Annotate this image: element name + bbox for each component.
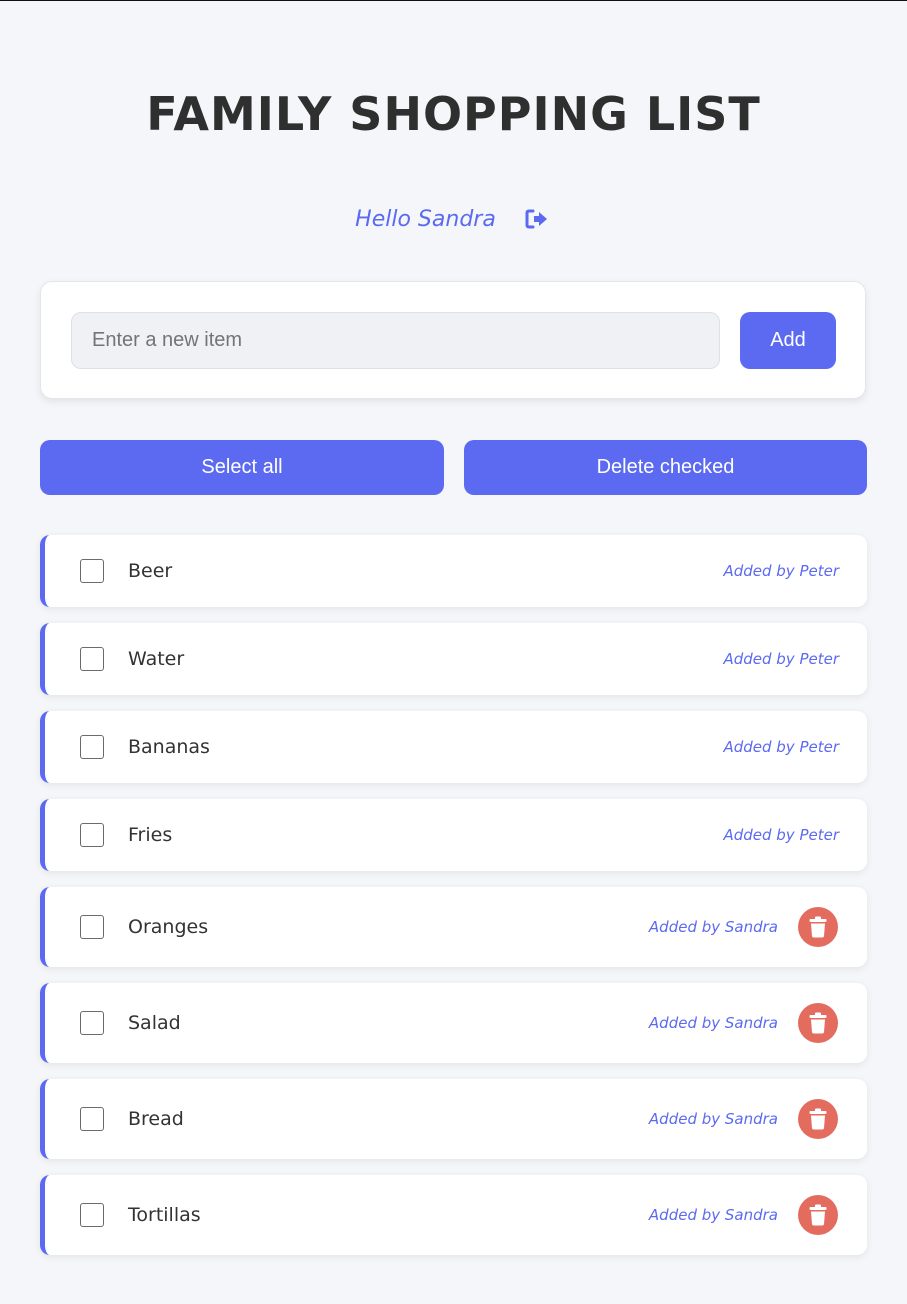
list-item: Bread Added by Sandra (40, 1079, 867, 1159)
greeting-text: Hello Sandra (355, 206, 496, 232)
list-item: Tortillas Added by Sandra (40, 1175, 867, 1255)
add-item-card: Add (40, 281, 866, 399)
item-checkbox[interactable] (80, 823, 104, 847)
item-name: Beer (128, 560, 173, 582)
added-by-label: Added by Peter (723, 826, 839, 844)
item-name: Tortillas (128, 1204, 201, 1226)
list-item: Oranges Added by Sandra (40, 887, 867, 967)
list-item: Beer Added by Peter (40, 535, 867, 607)
delete-item-button[interactable] (798, 1195, 838, 1235)
trash-icon (809, 916, 827, 938)
added-by-label: Added by Peter (723, 738, 839, 756)
list-item: Water Added by Peter (40, 623, 867, 695)
added-by-label: Added by Peter (723, 562, 839, 580)
item-checkbox[interactable] (80, 1203, 104, 1227)
list-item: Salad Added by Sandra (40, 983, 867, 1063)
shopping-list: Beer Added by Peter Water Added by Peter… (40, 535, 867, 1271)
page-title: FAMILY SHOPPING LIST (146, 87, 761, 141)
delete-item-button[interactable] (798, 1003, 838, 1043)
item-checkbox[interactable] (80, 647, 104, 671)
item-name: Oranges (128, 916, 209, 938)
added-by-label: Added by Sandra (648, 1206, 778, 1224)
delete-checked-button[interactable]: Delete checked (464, 440, 867, 495)
trash-icon (809, 1108, 827, 1130)
select-all-button[interactable]: Select all (40, 440, 444, 495)
sign-out-icon (525, 209, 547, 229)
trash-icon (809, 1012, 827, 1034)
trash-icon (809, 1204, 827, 1226)
list-item: Fries Added by Peter (40, 799, 867, 871)
delete-item-button[interactable] (798, 907, 838, 947)
added-by-label: Added by Peter (723, 650, 839, 668)
item-checkbox[interactable] (80, 1107, 104, 1131)
item-checkbox[interactable] (80, 915, 104, 939)
item-name: Bananas (128, 736, 210, 758)
new-item-input[interactable] (71, 312, 720, 369)
item-checkbox[interactable] (80, 1011, 104, 1035)
item-name: Fries (128, 824, 173, 846)
added-by-label: Added by Sandra (648, 918, 778, 936)
add-button[interactable]: Add (740, 312, 836, 369)
item-checkbox[interactable] (80, 559, 104, 583)
added-by-label: Added by Sandra (648, 1110, 778, 1128)
item-checkbox[interactable] (80, 735, 104, 759)
user-greeting-row: Hello Sandra (0, 201, 907, 237)
list-item: Bananas Added by Peter (40, 711, 867, 783)
delete-item-button[interactable] (798, 1099, 838, 1139)
item-name: Water (128, 648, 185, 670)
item-name: Bread (128, 1108, 184, 1130)
added-by-label: Added by Sandra (648, 1014, 778, 1032)
item-name: Salad (128, 1012, 181, 1034)
logout-button[interactable] (522, 204, 552, 234)
